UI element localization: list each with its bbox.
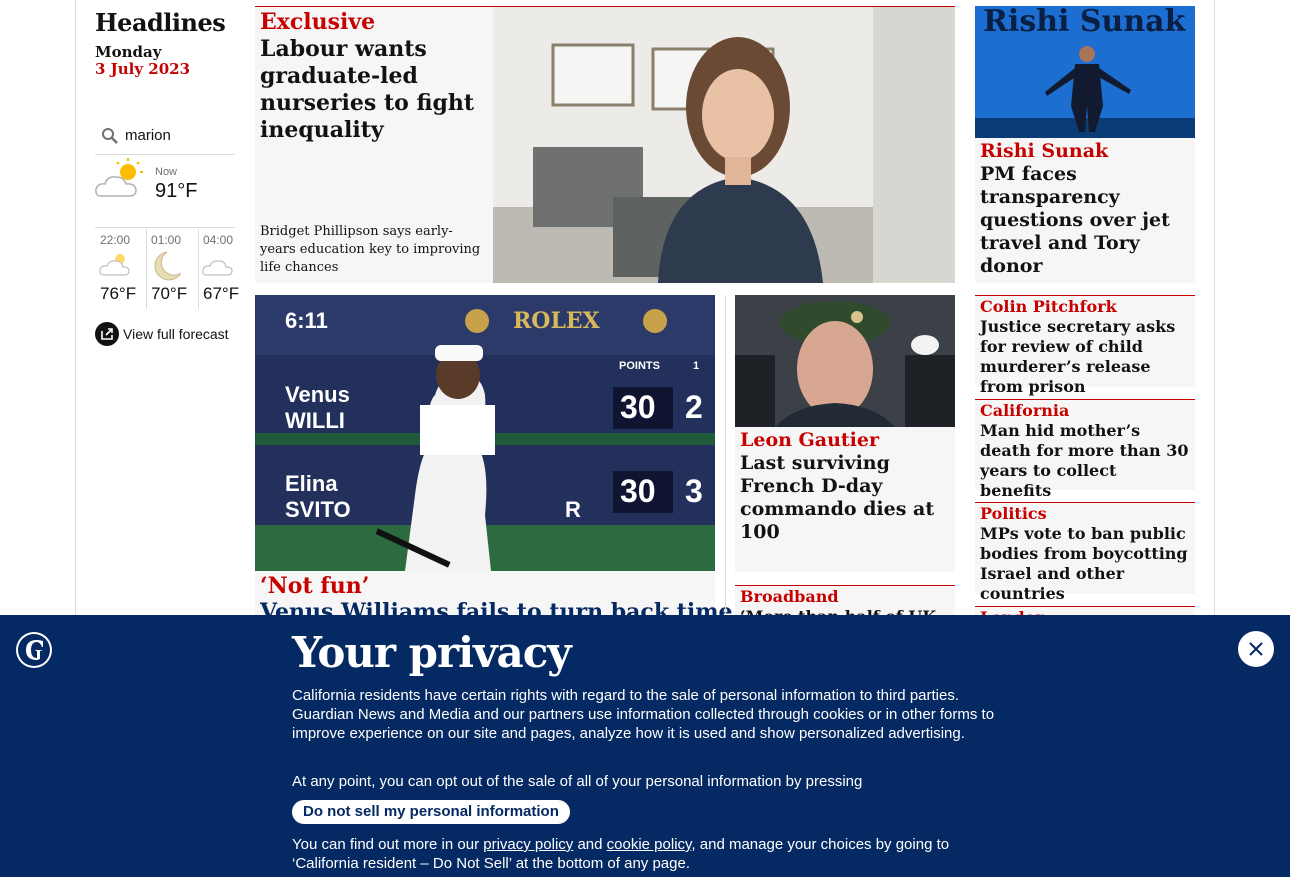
sunak-image-text: Rishi Sunak	[983, 6, 1186, 39]
location-text: marion	[125, 127, 171, 144]
scoreboard-points: POINTS	[619, 360, 660, 372]
sunak-kicker: Rishi Sunak	[980, 140, 1109, 162]
weather-now-temp: 91°F	[155, 180, 198, 202]
privacy-text-1: California residents have certain rights…	[292, 687, 995, 742]
broadband-kicker: Broadband	[740, 587, 839, 606]
external-link-icon	[95, 322, 119, 346]
scoreboard-set: 1	[693, 360, 700, 372]
gautier-headline: Last surviving French D-day commando die…	[740, 452, 935, 543]
privacy-title: Your privacy	[292, 628, 572, 677]
sunak-image: Rishi Sunak	[975, 6, 1195, 138]
weather-now-label: Now	[155, 166, 178, 178]
venus-kicker: ‘Not fun’	[260, 573, 370, 599]
privacy-text-3: You can find out more in our privacy pol…	[292, 835, 992, 873]
gautier-card[interactable]: Leon Gautier Last surviving French D-day…	[735, 295, 955, 572]
do-not-sell-button[interactable]: Do not sell my personal information	[292, 800, 570, 824]
scoreboard-p1-points: 30	[620, 389, 656, 425]
pitchfork-kicker: Colin Pitchfork	[980, 297, 1117, 316]
privacy-policy-link[interactable]: privacy policy	[483, 836, 573, 853]
california-card[interactable]: California Man hid mother’s death for mo…	[975, 399, 1195, 500]
guardian-logo-icon	[16, 632, 52, 668]
politics-card[interactable]: Politics MPs vote to ban public bodies f…	[975, 502, 1195, 603]
scoreboard-p2-points: 30	[620, 473, 656, 509]
broadband-card[interactable]: Broadband ‘More than half of UK	[735, 585, 955, 626]
top-story-card[interactable]: Exclusive Labour wants graduate-led nurs…	[255, 6, 955, 283]
forecast-item: 01:00 70°F	[147, 229, 197, 309]
scoreboard-time: 6:11	[285, 308, 328, 333]
partly-sunny-icon	[95, 158, 143, 197]
scoreboard-p1-first: Venus	[285, 382, 350, 407]
weather-now: Now 91°F	[95, 156, 235, 228]
sunak-card[interactable]: Rishi Sunak Rishi Sunak PM faces transpa…	[975, 6, 1195, 283]
gautier-kicker: Leon Gautier	[740, 429, 879, 451]
privacy-text-2: At any point, you can opt out of the sal…	[292, 773, 863, 790]
top-story-standfirst: Bridget Phillipson says early-years educ…	[260, 224, 481, 275]
search-icon	[102, 128, 118, 144]
venus-card[interactable]: ‘Not fun’ Venus Williams fails to turn b…	[255, 571, 771, 625]
scoreboard-p1-games: 2	[685, 389, 703, 425]
scoreboard-p1: Venus WILLI	[285, 382, 350, 434]
forecast-temp: 67°F	[203, 284, 240, 303]
pitchfork-card[interactable]: Colin Pitchfork Justice secretary asks f…	[975, 295, 1195, 396]
top-story-headline: Labour wants graduate-led nurseries to f…	[260, 36, 474, 143]
pitchfork-headline: Justice secretary asks for review of chi…	[980, 317, 1176, 396]
forecast-item: 04:00 67°F	[199, 229, 249, 309]
forecast-temp: 70°F	[151, 284, 188, 303]
london-card[interactable]: London	[975, 606, 1195, 627]
page-title: Headlines	[95, 8, 226, 37]
california-headline: Man hid mother’s death for more than 30 …	[980, 421, 1189, 500]
cookie-policy-link[interactable]: cookie policy	[607, 836, 692, 853]
forecast-temp: 76°F	[100, 284, 137, 303]
politics-kicker: Politics	[980, 504, 1047, 523]
scoreboard-p2-last: SVITO	[285, 497, 351, 522]
scoreboard-p2-first: Elina	[285, 471, 338, 496]
forecast-time: 01:00	[151, 233, 182, 247]
forecast-time: 22:00	[100, 233, 131, 247]
forecast-item: 22:00 76°F	[96, 229, 146, 309]
politics-headline: MPs vote to ban public bodies from boyco…	[980, 524, 1188, 603]
cloud-icon	[99, 254, 130, 276]
weather-location-input[interactable]: marion	[95, 122, 235, 155]
scoreboard-p1-last: WILLI	[285, 408, 345, 433]
gautier-image	[735, 295, 955, 427]
date-day: Monday	[95, 43, 162, 61]
scoreboard-p2: Elina SVITO	[285, 471, 351, 523]
privacy-text-3a: You can find out more in our	[292, 836, 484, 853]
cloud-icon	[202, 260, 233, 276]
view-full-forecast-label: View full forecast	[123, 326, 229, 342]
column-divider	[725, 295, 726, 615]
privacy-text-3b: and	[573, 836, 607, 853]
close-button[interactable]	[1238, 631, 1274, 667]
sunak-headline: PM faces transparency questions over jet…	[980, 163, 1170, 277]
venus-image[interactable]: 6:11 ROLEX POINTS 1 Venus WILLI 30 2 Elin…	[255, 295, 715, 571]
forecast-time: 04:00	[203, 233, 234, 247]
scoreboard-p2-games: 3	[685, 473, 703, 509]
date-full: 3 July 2023	[95, 60, 191, 78]
close-icon	[1249, 642, 1263, 656]
scoreboard-brand: ROLEX	[513, 308, 600, 334]
top-story-kicker: Exclusive	[260, 9, 376, 35]
scoreboard-p2-suffix: R	[565, 497, 581, 522]
moon-icon	[154, 251, 182, 281]
top-story-image	[493, 7, 955, 283]
california-kicker: California	[980, 401, 1070, 420]
